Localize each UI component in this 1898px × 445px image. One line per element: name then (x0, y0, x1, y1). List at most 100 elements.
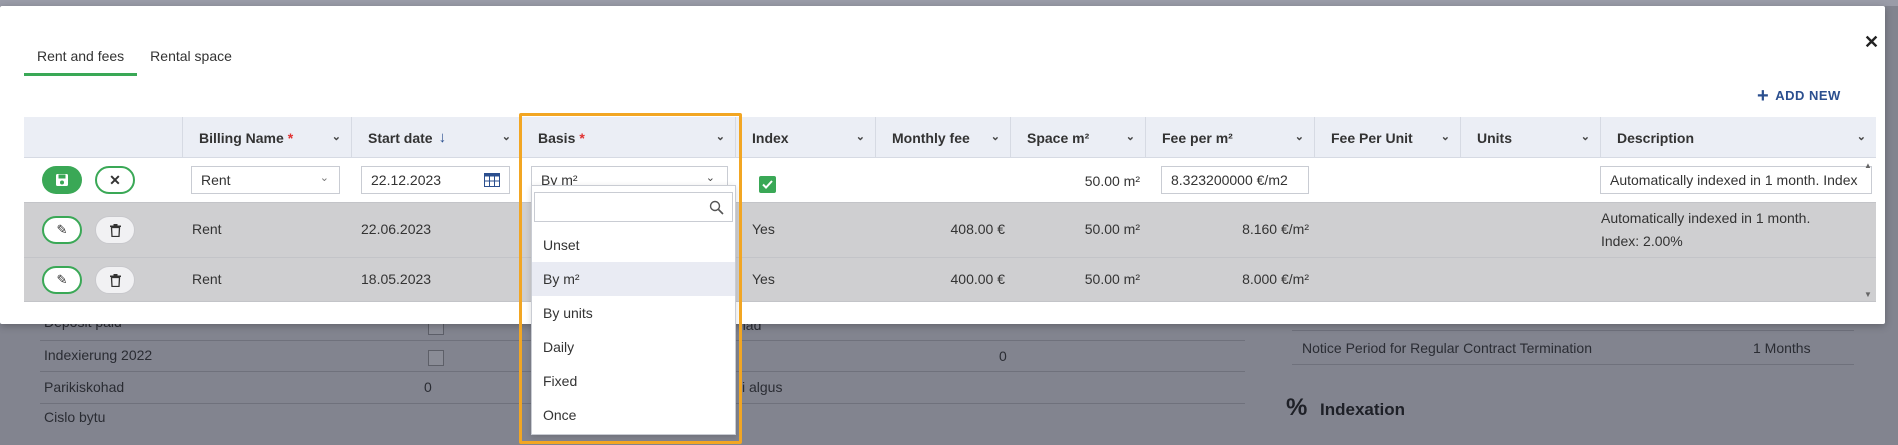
cancel-button[interactable]: ✕ (95, 166, 135, 194)
plus-icon: + (1757, 84, 1770, 107)
column-header-monthly-fee[interactable]: Monthly fee ⌄ (875, 117, 1010, 158)
scroll-down-arrow-icon[interactable]: ▼ (1864, 290, 1872, 299)
save-icon (56, 174, 68, 186)
divider (1292, 330, 1854, 331)
edit-button[interactable]: ✎ (42, 266, 82, 294)
grid-header: Billing Name * ⌄ Start date ↓ ⌄ Basis * ⌄ I… (24, 117, 1876, 158)
table-row-editing: ✕ Rent ⌄ 22.12.2023 By m² ⌄ 50.00 m² 8.3… (24, 159, 1876, 203)
pencil-icon: ✎ (56, 222, 68, 237)
billing-name-select[interactable]: Rent ⌄ (191, 166, 340, 194)
column-header-description[interactable]: Description ⌄ (1600, 117, 1876, 158)
dropdown-option-daily[interactable]: Daily (532, 330, 735, 364)
bg-label-notice-period: Notice Period for Regular Contract Termi… (1302, 340, 1592, 356)
space-value: 50.00 m² (1084, 173, 1140, 189)
start-date-cell: 18.05.2023 (361, 271, 432, 287)
column-header-billing-name[interactable]: Billing Name * ⌄ (182, 117, 351, 158)
billing-name-cell: Rent (192, 221, 222, 237)
rent-and-fees-modal: ✕ Rent and fees Rental space + ADD NEW B… (0, 6, 1885, 324)
chevron-down-icon[interactable]: ⌄ (1126, 130, 1135, 143)
chevron-down-icon[interactable]: ⌄ (332, 130, 341, 143)
trash-icon (109, 273, 121, 287)
chevron-down-icon[interactable]: ⌄ (716, 130, 725, 143)
chevron-down-icon[interactable]: ⌄ (502, 130, 511, 143)
delete-button[interactable] (95, 216, 135, 244)
space-cell: 50.00 m² (1084, 271, 1140, 287)
bg-fragment-3: i algus (742, 379, 783, 395)
indexation-heading: Indexation (1320, 400, 1406, 419)
pencil-icon: ✎ (56, 272, 68, 287)
chevron-down-icon[interactable]: ⌄ (1581, 130, 1590, 143)
dropdown-option-fixed[interactable]: Fixed (532, 364, 735, 398)
close-icon[interactable]: ✕ (1864, 32, 1879, 53)
chevron-down-icon[interactable]: ⌄ (856, 130, 865, 143)
tab-bar: Rent and fees Rental space (24, 42, 245, 76)
chevron-down-icon[interactable]: ⌄ (1295, 130, 1304, 143)
column-header-fee-per-unit[interactable]: Fee Per Unit ⌄ (1314, 117, 1460, 158)
space-cell: 50.00 m² (1084, 221, 1140, 237)
close-icon: ✕ (109, 171, 121, 188)
billing-name-value: Rent (201, 172, 231, 188)
column-header-index[interactable]: Index ⌄ (735, 117, 875, 158)
table-row[interactable]: ✎ Rent 22.06.2023 Yes 408.00 € 50.00 m² … (24, 203, 1876, 258)
bg-label-indexierung: Indexierung 2022 (44, 347, 153, 363)
chevron-down-icon: ⌄ (705, 172, 715, 184)
save-button[interactable] (42, 166, 82, 194)
trash-icon (109, 223, 121, 237)
delete-button[interactable] (95, 266, 135, 294)
column-header-space[interactable]: Space m² ⌄ (1010, 117, 1145, 158)
column-label: Space m² (1027, 129, 1090, 146)
column-label: Units (1477, 129, 1512, 146)
fee-per-m2-cell: 8.160 €/m² (1242, 221, 1309, 237)
chevron-down-icon[interactable]: ⌄ (1857, 130, 1866, 143)
chevron-down-icon[interactable]: ⌄ (991, 130, 1000, 143)
description-input[interactable]: Automatically indexed in 1 month. Index (1600, 166, 1872, 194)
check-icon (762, 180, 773, 189)
dropdown-option-by-units[interactable]: By units (532, 296, 735, 330)
index-cell: Yes (752, 221, 775, 237)
column-label: Description (1617, 129, 1695, 146)
column-label: Start date (368, 129, 433, 146)
sort-desc-icon[interactable]: ↓ (439, 129, 447, 146)
dropdown-option-unset[interactable]: Unset (532, 228, 735, 262)
bg-label-parikiskohad: Parikiskohad (44, 379, 125, 395)
dropdown-option-once[interactable]: Once (532, 398, 735, 432)
bg-checkbox-indexierung (428, 350, 444, 366)
column-header-units[interactable]: Units ⌄ (1460, 117, 1600, 158)
table-row[interactable]: ✎ Rent 18.05.2023 Yes 400.00 € 50.00 m² … (24, 258, 1876, 302)
column-label: Billing Name (199, 129, 284, 146)
billing-name-cell: Rent (192, 271, 222, 287)
tab-rental-space[interactable]: Rental space (137, 42, 245, 76)
calendar-icon[interactable] (484, 173, 500, 187)
start-date-value: 22.12.2023 (371, 172, 442, 188)
index-checkbox[interactable] (759, 176, 776, 193)
edit-button[interactable]: ✎ (42, 216, 82, 244)
add-new-label: ADD NEW (1775, 88, 1841, 103)
fee-per-m2-value: 8.323200000 €/m2 (1171, 172, 1288, 188)
divider (1292, 364, 1854, 365)
add-new-button[interactable]: + ADD NEW (1757, 84, 1841, 107)
required-marker: * (579, 129, 585, 146)
column-header-start-date[interactable]: Start date ↓ ⌄ (351, 117, 521, 158)
fee-per-m2-cell: 8.000 €/m² (1242, 271, 1309, 287)
monthly-fee-cell: 400.00 € (950, 271, 1006, 287)
percent-icon: % (1286, 394, 1308, 421)
fee-per-m2-input[interactable]: 8.323200000 €/m2 (1161, 166, 1309, 194)
column-label: Monthly fee (892, 129, 970, 146)
dropdown-search-input[interactable] (534, 192, 733, 222)
description-line-2: Index: 2.00% (1601, 233, 1683, 249)
description-line-1: Automatically indexed in 1 month. (1601, 210, 1811, 226)
start-date-input[interactable]: 22.12.2023 (361, 166, 510, 194)
column-header-basis[interactable]: Basis * ⌄ (521, 117, 735, 158)
column-label: Fee Per Unit (1331, 129, 1413, 146)
column-header-fee-per-m2[interactable]: Fee per m² ⌄ (1145, 117, 1314, 158)
bg-value-parikiskohad: 0 (424, 379, 432, 395)
bg-value-notice-period: 1 Months (1753, 340, 1811, 356)
tab-rent-and-fees[interactable]: Rent and fees (24, 42, 138, 76)
start-date-cell: 22.06.2023 (361, 221, 432, 237)
chevron-down-icon[interactable]: ⌄ (1441, 130, 1450, 143)
basis-dropdown-menu: Unset By m² By units Daily Fixed Once (531, 185, 736, 435)
fees-grid: Billing Name * ⌄ Start date ↓ ⌄ Basis * ⌄ I… (24, 117, 1876, 302)
scroll-up-arrow-icon[interactable]: ▲ (1864, 161, 1872, 170)
search-icon (709, 200, 724, 215)
dropdown-option-by-m2[interactable]: By m² (532, 262, 735, 296)
